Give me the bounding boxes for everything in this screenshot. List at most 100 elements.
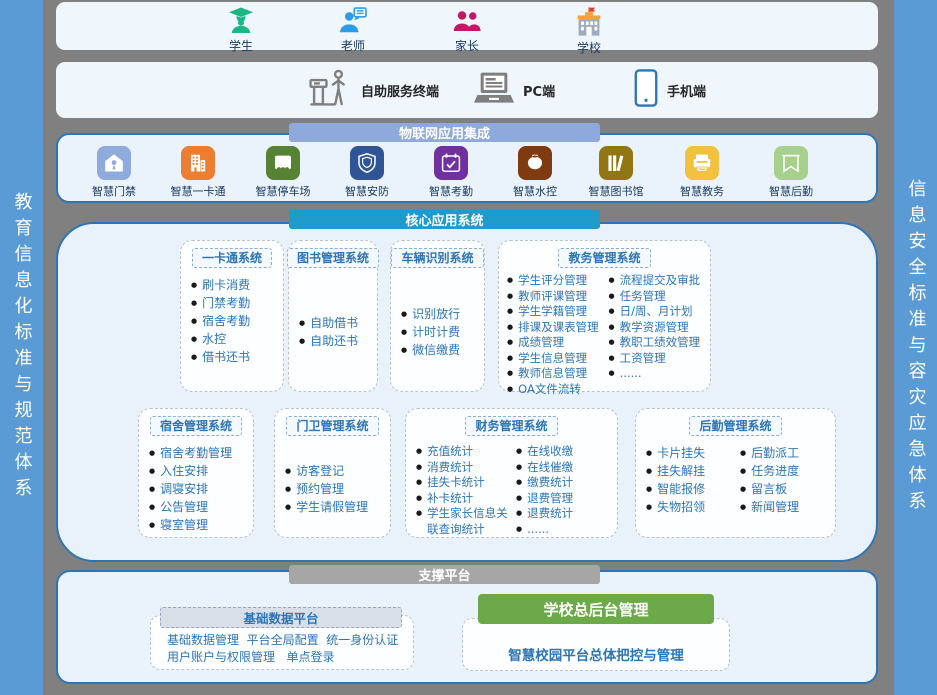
system-item: ●挂失卡统计 [416, 475, 514, 491]
books-icon [599, 146, 633, 180]
bullet-icon: ● [507, 273, 513, 289]
user-item: 学校 [553, 6, 625, 56]
support-header-tab: 支撑平台 [289, 565, 600, 584]
system-item-list: ●充值统计●消费统计●挂失卡统计●补卡统计●学生家长信息关联查询统计 [416, 444, 514, 537]
bullet-icon: ● [149, 498, 155, 516]
system-item: ●新闻管理 [740, 498, 832, 516]
bullet-icon: ● [507, 304, 513, 320]
bullet-icon: ● [285, 480, 291, 498]
bullet-icon: ● [416, 491, 422, 507]
system-item: ●识别放行 [401, 305, 481, 323]
bullet-icon: ● [516, 491, 522, 507]
system-item: ●后勤派工 [740, 444, 832, 462]
system-item: ●退费管理 [516, 491, 614, 507]
bullet-icon: ● [149, 480, 155, 498]
bullet-icon: ● [507, 335, 513, 351]
terminal-item: 手机端 [634, 62, 706, 118]
bullet-icon: ● [149, 516, 155, 534]
system-item: ●失物招领 [646, 498, 738, 516]
system-item: ●学生信息管理 [507, 351, 607, 367]
bullet-icon: ● [609, 351, 615, 367]
bullet-icon: ● [740, 498, 746, 516]
user-label: 老师 [317, 37, 389, 54]
system-item: ●自助还书 [299, 332, 374, 350]
user-item: 家长 [431, 6, 503, 54]
system-item: ●卡片挂失 [646, 444, 738, 462]
bullet-icon: ● [740, 462, 746, 480]
system-card: 门卫管理系统 ●访客登记●预约管理●学生请假管理 [274, 408, 391, 538]
bullet-icon: ● [507, 351, 513, 367]
iot-section: 智慧门禁 智慧一卡通 智慧停车场 智慧安防 智慧考勤 智慧水控 智慧图书馆 智慧… [56, 133, 878, 203]
iot-item: 智慧水控 [496, 146, 574, 199]
bullet-icon: ● [609, 304, 615, 320]
bullet-icon: ● [401, 323, 407, 341]
bullet-icon: ● [416, 506, 422, 522]
system-item: ●教师评课管理 [507, 289, 607, 305]
teacher-icon [317, 6, 389, 36]
bullet-icon: ● [609, 273, 615, 289]
user-item: 老师 [317, 6, 389, 54]
iot-item: 智慧后勤 [752, 146, 830, 199]
terminals-section: 自助服务终端 PC端 手机端 [56, 62, 878, 118]
system-item: ●挂失解挂 [646, 462, 738, 480]
system-item: ●刷卡消费 [191, 276, 280, 294]
system-card: 一卡通系统 ●刷卡消费●门禁考勤●宿舍考勤●水控●借书还书 [180, 240, 284, 392]
bullet-icon: ● [299, 332, 305, 350]
system-item: ●访客登记 [285, 462, 387, 480]
system-item: ●工资管理 [609, 351, 709, 367]
iot-item: 智慧考勤 [412, 146, 490, 199]
bullet-icon: ● [191, 294, 197, 312]
system-item: ●缴费统计 [516, 475, 614, 491]
system-item: ●...... [516, 522, 614, 538]
system-card-title: 宿舍管理系统 [150, 416, 242, 436]
banner-icon [774, 146, 808, 180]
system-item-list: ●卡片挂失●挂失解挂●智能报修●失物招领 [646, 444, 738, 533]
system-item-list: ●访客登记●预约管理●学生请假管理 [285, 462, 387, 516]
parking-card-icon [266, 146, 300, 180]
iot-label: 智慧安防 [328, 183, 406, 199]
school-icon [553, 6, 625, 38]
iot-label: 智慧教务 [663, 183, 741, 199]
system-card-title: 一卡通系统 [192, 248, 272, 268]
bullet-icon: ● [646, 480, 652, 498]
system-item: ●教职工绩效管理 [609, 335, 709, 351]
terminal-item: PC端 [474, 62, 555, 118]
system-item: ●学生学籍管理 [507, 304, 607, 320]
system-item: ●OA文件流转 [507, 382, 607, 398]
shield-icon [350, 146, 384, 180]
left-sidebar-label: 教育信息化标准与规范体系 [9, 192, 35, 504]
iot-header-label: 物联网应用集成 [399, 123, 490, 142]
system-item: ●微信缴费 [401, 341, 481, 359]
system-card-body: ●刷卡消费●门禁考勤●宿舍考勤●水控●借书还书 [181, 268, 283, 391]
system-item: ●退费统计 [516, 506, 614, 522]
system-item: ●计时计费 [401, 323, 481, 341]
system-item: ●补卡统计 [416, 491, 514, 507]
system-item: ●充值统计 [416, 444, 514, 460]
system-card-body: ●充值统计●消费统计●挂失卡统计●补卡统计●学生家长信息关联查询统计●在线收缴●… [406, 436, 617, 541]
bullet-icon: ● [740, 480, 746, 498]
right-sidebar-label: 信息安全标准与容灾应急体系 [903, 179, 929, 517]
support-section: 基础数据平台 基础数据管理 平台全局配置 统一身份认证 用户账户与权限管理 单点… [56, 570, 878, 684]
bullet-icon: ● [401, 305, 407, 323]
bullet-icon: ● [285, 498, 291, 516]
system-card: 教务管理系统 ●学生评分管理●教师评课管理●学生学籍管理●排课及课表管理●成绩管… [498, 240, 711, 392]
system-item: ●公告管理 [149, 498, 250, 516]
parents-icon [431, 6, 503, 36]
bullet-icon: ● [646, 444, 652, 462]
system-item: ●排课及课表管理 [507, 320, 607, 336]
iot-label: 智慧后勤 [752, 183, 830, 199]
user-label: 家长 [431, 37, 503, 54]
user-item: 学生 [205, 6, 277, 54]
basic-data-platform-title: 基础数据平台 [160, 607, 402, 628]
student-icon [205, 6, 277, 36]
system-card-title: 图书管理系统 [287, 248, 379, 268]
system-item: ●流程提交及审批 [609, 273, 709, 289]
system-item: ●入住安排 [149, 462, 250, 480]
system-item: ●成绩管理 [507, 335, 607, 351]
core-section: 一卡通系统 ●刷卡消费●门禁考勤●宿舍考勤●水控●借书还书 图书管理系统 ●自助… [56, 222, 878, 562]
iot-item: 智慧停车场 [244, 146, 322, 199]
bullet-icon: ● [609, 366, 615, 382]
system-card: 宿舍管理系统 ●宿舍考勤管理●入住安排●调寝安排●公告管理●寝室管理 [138, 408, 254, 538]
system-item-list: ●流程提交及审批●任务管理●日/周、月计划●教学资源管理●教职工绩效管理●工资管… [609, 273, 709, 397]
school-backend-content: 智慧校园平台总体把控与管理 [508, 644, 684, 664]
